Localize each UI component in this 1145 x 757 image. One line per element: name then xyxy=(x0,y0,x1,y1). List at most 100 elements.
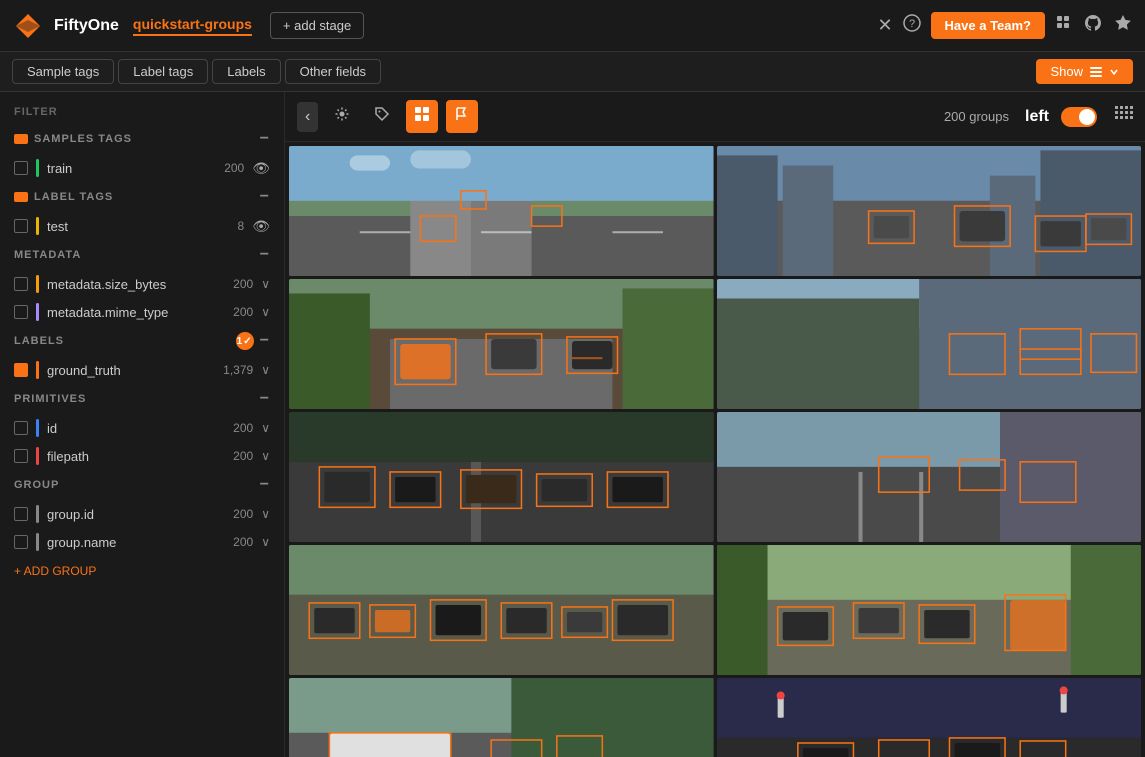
group-name-count: 200 xyxy=(233,535,253,549)
svg-text:?: ? xyxy=(909,18,915,30)
grid-view-icon xyxy=(414,106,430,122)
train-visibility-icon[interactable]: 👁 xyxy=(252,160,270,177)
test-color-bar xyxy=(36,217,39,235)
chevron-down-icon xyxy=(1109,67,1119,77)
size-bytes-chevron[interactable]: ∨ xyxy=(261,277,270,291)
show-button[interactable]: Show xyxy=(1036,59,1133,84)
size-bytes-checkbox[interactable] xyxy=(14,277,28,291)
ground-truth-color-bar xyxy=(36,361,39,379)
group-id-count: 200 xyxy=(233,507,253,521)
image-cell-3[interactable] xyxy=(289,279,714,409)
filter-item-mime-type[interactable]: metadata.mime_type 200 ∨ xyxy=(0,298,284,326)
filter-item-test[interactable]: test 8 👁 xyxy=(0,212,284,240)
star-button[interactable] xyxy=(1113,13,1133,38)
flag-button[interactable] xyxy=(446,100,478,133)
id-label: id xyxy=(47,421,225,436)
filter-item-group-id[interactable]: group.id 200 ∨ xyxy=(0,500,284,528)
grid-layout-icon[interactable] xyxy=(1113,104,1133,129)
samples-tags-section: SAMPLES TAGS − xyxy=(0,124,284,154)
group-name-checkbox[interactable] xyxy=(14,535,28,549)
filter-item-train[interactable]: train 200 👁 xyxy=(0,154,284,182)
grid-apps-button[interactable] xyxy=(1055,14,1073,37)
filepath-chevron[interactable]: ∨ xyxy=(261,449,270,463)
filter-item-size-bytes[interactable]: metadata.size_bytes 200 ∨ xyxy=(0,270,284,298)
content-area: ‹ xyxy=(285,92,1145,757)
filepath-color-bar xyxy=(36,447,39,465)
primitives-collapse[interactable]: − xyxy=(260,390,270,408)
group-collapse[interactable]: − xyxy=(260,476,270,494)
dataset-name: quickstart-groups xyxy=(133,16,252,36)
group-id-color-bar xyxy=(36,505,39,523)
mime-type-label: metadata.mime_type xyxy=(47,305,225,320)
test-label: test xyxy=(47,219,230,234)
have-team-button[interactable]: Have a Team? xyxy=(931,12,1045,39)
tag-icon xyxy=(374,106,390,122)
image-cell-6[interactable] xyxy=(717,412,1142,542)
filter-item-ground-truth[interactable]: ground_truth 1,379 ∨ xyxy=(0,356,284,384)
mime-type-count: 200 xyxy=(233,305,253,319)
filter-item-id[interactable]: id 200 ∨ xyxy=(0,414,284,442)
metadata-section: METADATA − xyxy=(0,240,284,270)
size-bytes-count: 200 xyxy=(233,277,253,291)
tab-labels[interactable]: Labels xyxy=(212,59,280,84)
image-cell-1[interactable] xyxy=(289,146,714,276)
app-name: FiftyOne xyxy=(54,17,119,35)
label-tags-header: LABEL TAGS xyxy=(34,191,113,203)
test-visibility-icon[interactable]: 👁 xyxy=(252,218,270,235)
samples-tags-collapse[interactable]: − xyxy=(260,130,270,148)
ground-truth-checkbox[interactable] xyxy=(14,363,28,377)
label-tags-section: LABEL TAGS − xyxy=(0,182,284,212)
image-cell-7[interactable] xyxy=(289,545,714,675)
topbar: FiftyOne quickstart-groups + add stage ✕… xyxy=(0,0,1145,52)
close-button[interactable]: ✕ xyxy=(877,15,892,36)
mime-type-color-bar xyxy=(36,303,39,321)
back-button[interactable]: ‹ xyxy=(297,102,318,132)
mime-type-checkbox[interactable] xyxy=(14,305,28,319)
tab-other-fields[interactable]: Other fields xyxy=(285,59,381,84)
add-group-button[interactable]: + ADD GROUP xyxy=(0,556,284,586)
ground-truth-chevron[interactable]: ∨ xyxy=(261,363,270,377)
primitives-section: PRIMITIVES − xyxy=(0,384,284,414)
filter-item-group-name[interactable]: group.name 200 ∨ xyxy=(0,528,284,556)
help-button[interactable]: ? xyxy=(903,14,921,37)
add-stage-button[interactable]: + add stage xyxy=(270,12,364,39)
image-cell-9[interactable] xyxy=(289,678,714,757)
view-toggle[interactable] xyxy=(1061,107,1097,127)
image-cell-4[interactable] xyxy=(717,279,1142,409)
filepath-checkbox[interactable] xyxy=(14,449,28,463)
group-name-label: group.name xyxy=(47,535,225,550)
label-tags-icon xyxy=(14,192,28,202)
grid-view-button[interactable] xyxy=(406,100,438,133)
toggle-thumb xyxy=(1079,109,1095,125)
settings-button[interactable] xyxy=(326,100,358,133)
mime-type-chevron[interactable]: ∨ xyxy=(261,305,270,319)
filter-item-filepath[interactable]: filepath 200 ∨ xyxy=(0,442,284,470)
labels-collapse[interactable]: − xyxy=(260,332,270,350)
id-chevron[interactable]: ∨ xyxy=(261,421,270,435)
tag-button[interactable] xyxy=(366,100,398,133)
image-cell-2[interactable] xyxy=(717,146,1142,276)
main-layout: FILTER SAMPLES TAGS − train 200 👁 LABEL … xyxy=(0,92,1145,757)
label-tags-collapse[interactable]: − xyxy=(260,188,270,206)
image-cell-5[interactable] xyxy=(289,412,714,542)
metadata-collapse[interactable]: − xyxy=(260,246,270,264)
content-toolbar: ‹ xyxy=(285,92,1145,142)
group-id-checkbox[interactable] xyxy=(14,507,28,521)
tab-label-tags[interactable]: Label tags xyxy=(118,59,208,84)
image-cell-8[interactable] xyxy=(717,545,1142,675)
test-count: 8 xyxy=(238,219,245,233)
image-cell-10[interactable] xyxy=(717,678,1142,757)
train-checkbox[interactable] xyxy=(14,161,28,175)
show-icon xyxy=(1089,65,1103,79)
train-label: train xyxy=(47,161,216,176)
test-checkbox[interactable] xyxy=(14,219,28,233)
id-color-bar xyxy=(36,419,39,437)
group-id-chevron[interactable]: ∨ xyxy=(261,507,270,521)
github-button[interactable] xyxy=(1083,13,1103,38)
star-icon xyxy=(1113,13,1133,33)
id-checkbox[interactable] xyxy=(14,421,28,435)
group-name-chevron[interactable]: ∨ xyxy=(261,535,270,549)
ground-truth-count: 1,379 xyxy=(223,363,253,377)
filepath-count: 200 xyxy=(233,449,253,463)
tab-sample-tags[interactable]: Sample tags xyxy=(12,59,114,84)
